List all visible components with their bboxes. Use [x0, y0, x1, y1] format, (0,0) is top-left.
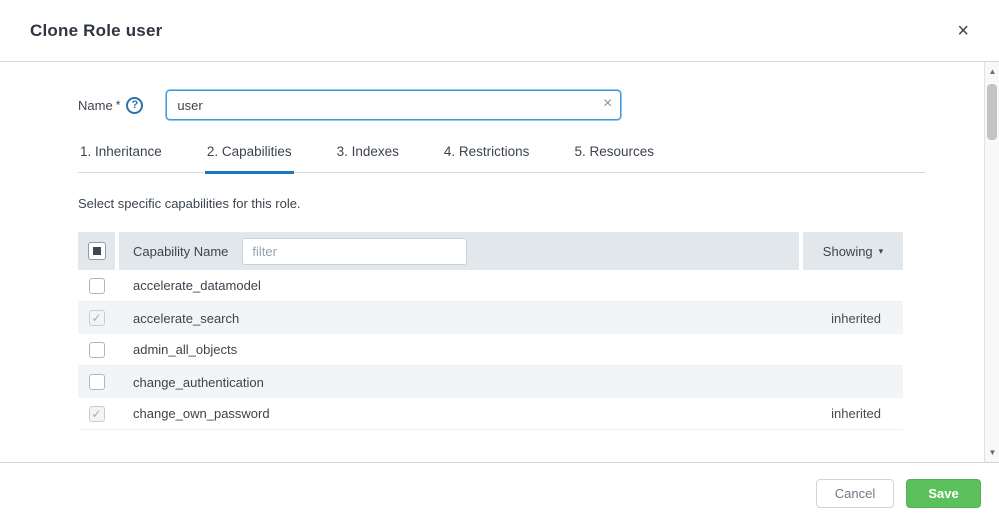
select-all-checkbox[interactable]: [87, 242, 106, 260]
modal-body: Name * ? × 1. Inheritance 2. Capabilities…: [0, 62, 999, 463]
table-row[interactable]: ✓ change_own_password inherited: [78, 398, 903, 430]
capability-name: change_own_password: [133, 406, 270, 421]
table-header: Capability Name Showing ▾: [78, 232, 903, 270]
row-checkbox-cell: [78, 341, 115, 358]
table-row[interactable]: change_authentication: [78, 366, 903, 398]
modal-content: Name * ? × 1. Inheritance 2. Capabilities…: [0, 62, 925, 430]
name-input-wrap: ×: [166, 90, 622, 120]
cancel-button[interactable]: Cancel: [816, 478, 894, 508]
table-row[interactable]: ✓ accelerate_search inherited: [78, 302, 903, 334]
chevron-down-icon: ▾: [878, 245, 884, 256]
modal-header: Clone Role user ×: [0, 0, 999, 62]
table-rows: accelerate_datamodel ✓ accelerate_search in…: [78, 270, 903, 430]
help-icon[interactable]: ?: [126, 96, 144, 114]
unchecked-checkbox[interactable]: [88, 341, 105, 358]
select-all-cell[interactable]: [78, 232, 115, 270]
showing-label: Showing: [822, 243, 873, 259]
tab-inheritance[interactable]: 1. Inheritance: [78, 144, 164, 172]
vertical-scrollbar[interactable]: ▲ ▼: [984, 62, 999, 462]
status-badge: inherited: [831, 406, 881, 421]
modal-title: Clone Role user: [30, 20, 163, 40]
scrollbar-thumb[interactable]: [987, 84, 997, 140]
tabs: 1. Inheritance 2. Capabilities 3. Indexes 4…: [78, 144, 925, 174]
capability-name-header-cell: Capability Name: [119, 232, 799, 270]
capability-name-column-label: Capability Name: [133, 243, 229, 259]
row-checkbox-cell: ✓: [78, 405, 115, 422]
tab-restrictions[interactable]: 4. Restrictions: [442, 144, 532, 172]
status-badge: inherited: [831, 310, 881, 326]
save-button[interactable]: Save: [906, 478, 981, 508]
filter-input[interactable]: [242, 237, 468, 265]
table-row[interactable]: accelerate_datamodel: [78, 270, 903, 302]
checked-checkbox[interactable]: ✓: [88, 310, 105, 326]
capability-name: accelerate_datamodel: [133, 278, 261, 293]
unchecked-checkbox[interactable]: [88, 277, 105, 294]
capability-name: change_authentication: [133, 374, 264, 390]
row-checkbox-cell: [78, 277, 115, 294]
capability-name: accelerate_search: [133, 310, 240, 326]
table-row[interactable]: admin_all_objects: [78, 334, 903, 366]
row-checkbox-cell: [78, 374, 115, 390]
clone-role-modal: Clone Role user × Name * ? × 1. Inherita…: [0, 0, 999, 523]
clear-input-icon[interactable]: ×: [603, 96, 612, 112]
modal-footer: Cancel Save: [0, 463, 999, 523]
capabilities-table: Capability Name Showing ▾ accelerate_dat…: [78, 232, 903, 430]
tab-resources[interactable]: 5. Resources: [572, 144, 656, 172]
scroll-up-icon[interactable]: ▲: [985, 64, 999, 79]
name-input[interactable]: [166, 90, 622, 120]
tab-indexes[interactable]: 3. Indexes: [335, 144, 401, 172]
name-label: Name: [78, 97, 113, 113]
row-checkbox-cell: ✓: [78, 310, 115, 326]
required-asterisk: *: [115, 98, 121, 112]
checked-checkbox[interactable]: ✓: [88, 405, 105, 422]
capability-name: admin_all_objects: [133, 342, 238, 357]
unchecked-checkbox[interactable]: [88, 374, 105, 390]
capabilities-description: Select specific capabilities for this ro…: [78, 196, 301, 211]
close-icon[interactable]: ×: [953, 17, 973, 45]
tab-capabilities[interactable]: 2. Capabilities: [204, 144, 294, 174]
showing-dropdown[interactable]: Showing ▾: [803, 232, 903, 270]
name-field-row: Name * ? ×: [78, 90, 903, 120]
scroll-down-icon[interactable]: ▼: [985, 445, 999, 460]
